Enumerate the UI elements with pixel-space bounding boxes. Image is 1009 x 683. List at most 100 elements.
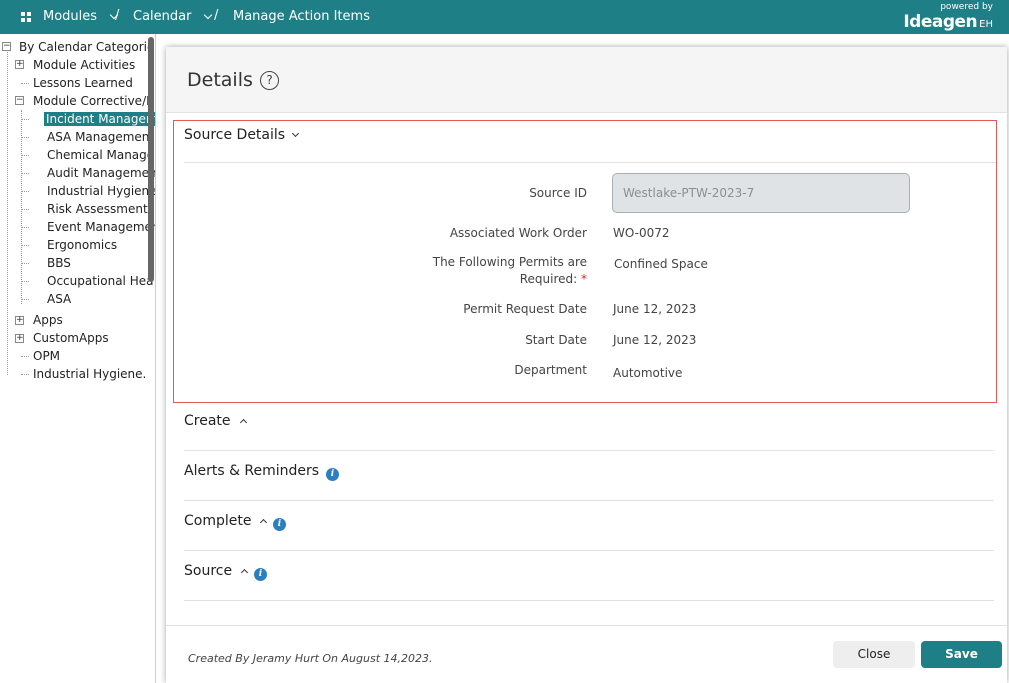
tree-item-industrial-hygiene-2[interactable]: Industrial Hygiene. [33, 365, 146, 383]
modal-title: Details [187, 69, 253, 91]
department-value: Automotive [613, 366, 683, 380]
tree-item-root[interactable]: By Calendar Categories [19, 38, 156, 56]
tree-item-bbs[interactable]: BBS [47, 254, 71, 272]
expand-toggle[interactable]: + [15, 60, 24, 69]
help-icon[interactable]: ? [260, 71, 279, 90]
section-title-label: Source [184, 563, 233, 579]
breadcrumb-separator: / [214, 8, 219, 23]
calendar-category-tree: − By Calendar Categories + Module Activi… [0, 34, 156, 683]
tree-item-lessons-learned[interactable]: Lessons Learned [33, 74, 133, 92]
tree-item-opm[interactable]: OPM [33, 347, 60, 365]
brand-logo: powered by Ideagen EH [903, 2, 993, 32]
chevron-up-icon [239, 418, 247, 427]
required-marker: * [581, 272, 587, 286]
tree-item-module-corrective[interactable]: Module Corrective/P [33, 92, 153, 110]
tree-item-label: Module Activities [33, 58, 136, 72]
tree-item-event-management[interactable]: Event Managemen [47, 218, 156, 236]
tree-item-incident-management[interactable]: Incident Managem [44, 110, 155, 128]
source-section-toggle[interactable]: Source [184, 563, 249, 579]
permits-label-line2: Required: * [287, 272, 587, 286]
complete-section-toggle[interactable]: Complete [184, 513, 268, 529]
close-button[interactable]: Close [833, 641, 915, 668]
tree-item-asa[interactable]: ASA [47, 290, 71, 308]
tree-item-apps[interactable]: Apps [33, 311, 63, 329]
section-title-label: Alerts & Reminders [184, 463, 320, 479]
tree-item-label: Occupational Hea [47, 274, 154, 288]
powered-by-label: powered by [940, 2, 993, 12]
section-title-label: Create [184, 413, 231, 429]
tree-item-label: ASA [47, 292, 72, 306]
created-by-text: Created By Jeramy Hurt On August 14,2023… [188, 652, 433, 665]
brand-suffix: EH [979, 19, 993, 30]
start-date-label: Start Date [525, 333, 587, 347]
tree-item-label: Event Managemen [47, 220, 156, 234]
expand-toggle[interactable]: + [15, 316, 24, 325]
tree-item-label: Industrial Hygiene. [33, 367, 147, 381]
tree-item-label: Module Corrective/P [33, 94, 154, 108]
tree-item-chemical-management[interactable]: Chemical Manage [47, 146, 154, 164]
tree-item-audit-management[interactable]: Audit Managemen [47, 164, 156, 182]
chevron-down-icon [292, 129, 300, 138]
tree-item-ergonomics[interactable]: Ergonomics [47, 236, 117, 254]
page-label: Manage Action Items [233, 9, 370, 24]
permits-label-text: Required: [519, 272, 578, 286]
chevron-down-icon [204, 10, 213, 19]
tree-item-label: OPM [33, 349, 61, 363]
calendar-label: Calendar [133, 9, 192, 24]
brand-name: Ideagen [903, 12, 978, 32]
expand-toggle[interactable]: + [15, 334, 24, 343]
source-id-label: Source ID [529, 186, 587, 200]
tree-item-occupational-health[interactable]: Occupational Hea [47, 272, 153, 290]
top-navigation-bar: Modules / Calendar / Manage Action Items… [0, 0, 1009, 34]
breadcrumb-separator: / [115, 8, 120, 23]
tree-item-label: Apps [33, 313, 63, 327]
modules-menu[interactable]: Modules [21, 9, 119, 24]
info-icon[interactable]: i [254, 568, 267, 581]
source-details-toggle[interactable]: Source Details [184, 127, 300, 143]
modal-header: Details ? [166, 47, 1007, 113]
tree-item-label: Chemical Manage [47, 148, 155, 162]
start-date-value: June 12, 2023 [613, 333, 697, 347]
tree-item-label: Industrial Hygiene [47, 184, 156, 198]
work-order-value: WO-0072 [613, 226, 670, 240]
alerts-section-toggle[interactable]: Alerts & Reminders [184, 463, 336, 479]
tree-item-industrial-hygiene[interactable]: Industrial Hygiene [47, 182, 156, 200]
calendar-menu[interactable]: Calendar [133, 9, 213, 24]
modal-footer: Created By Jeramy Hurt On August 14,2023… [166, 625, 1007, 683]
tree-item-label: ASA Management [47, 130, 155, 144]
source-id-input [612, 173, 910, 213]
section-title-label: Source Details [184, 127, 286, 143]
tree-item-module-activities[interactable]: Module Activities [33, 56, 135, 74]
tree-item-label: Risk Assessment [47, 202, 148, 216]
department-label: Department [514, 363, 587, 377]
work-order-label: Associated Work Order [449, 226, 587, 240]
create-section-toggle[interactable]: Create [184, 413, 247, 429]
tree-item-label: Incident Managem [44, 112, 155, 126]
breadcrumb-current-page: Manage Action Items [233, 9, 370, 24]
permit-request-date-value: June 12, 2023 [613, 302, 697, 316]
tree-item-label: Audit Managemen [47, 166, 156, 180]
grid-icon [21, 11, 31, 22]
tree-item-label: Lessons Learned [33, 76, 133, 90]
tree-item-label: Ergonomics [47, 238, 118, 252]
tree-item-label: CustomApps [33, 331, 109, 345]
tree-item-risk-assessment[interactable]: Risk Assessment [47, 200, 148, 218]
collapse-toggle[interactable]: − [2, 42, 11, 51]
tree-item-customapps[interactable]: CustomApps [33, 329, 109, 347]
permits-label-line1: The Following Permits are [432, 255, 587, 269]
permits-value: Confined Space [614, 257, 708, 271]
modules-label: Modules [43, 9, 98, 24]
permit-request-date-label: Permit Request Date [463, 302, 587, 316]
section-title-label: Complete [184, 513, 252, 529]
source-details-section: Source Details Source ID Associated Work… [173, 120, 997, 403]
tree-item-asa-management[interactable]: ASA Management [47, 128, 154, 146]
save-button[interactable]: Save [921, 641, 1002, 668]
info-icon[interactable]: i [326, 468, 339, 481]
info-icon[interactable]: i [273, 518, 286, 531]
collapse-toggle[interactable]: − [15, 96, 24, 105]
tree-scrollbar[interactable] [148, 37, 154, 282]
tree-item-label: By Calendar Categories [19, 40, 156, 54]
tree-item-label: BBS [47, 256, 71, 270]
details-modal: Details ? Source Details Source ID Assoc… [166, 47, 1007, 683]
chevron-up-icon [241, 568, 249, 577]
